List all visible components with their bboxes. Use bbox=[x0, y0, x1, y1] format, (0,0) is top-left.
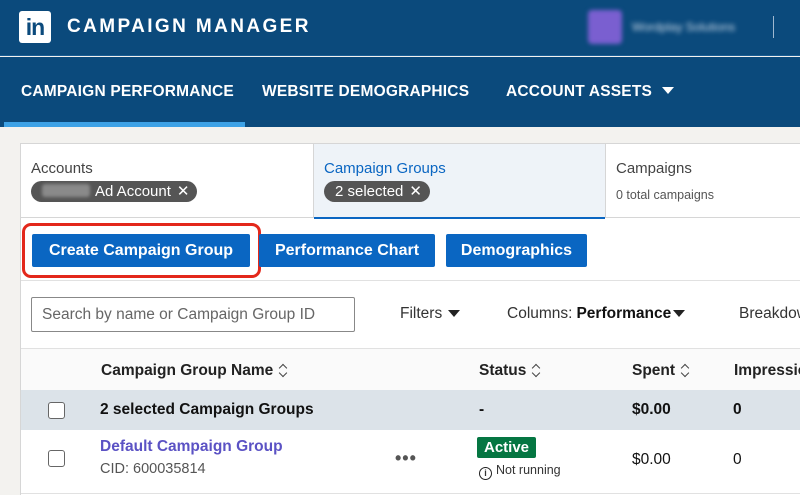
close-icon[interactable]: ✕ bbox=[409, 183, 422, 200]
chevron-down-icon bbox=[448, 310, 461, 318]
entity-tabs: Accounts Ad Account ✕ Campaign Groups 2 s… bbox=[21, 144, 800, 219]
nav-website-demographics[interactable]: WEBSITE DEMOGRAPHICS bbox=[262, 83, 469, 101]
campaign-groups-filter-pill[interactable]: 2 selected ✕ bbox=[324, 181, 430, 202]
column-header-name[interactable]: Campaign Group Name bbox=[101, 362, 288, 380]
performance-chart-button[interactable]: Performance Chart bbox=[259, 234, 435, 267]
top-bar: in CAMPAIGN MANAGER Wordplay Solutions bbox=[0, 0, 800, 56]
status-note-text: Not running bbox=[496, 463, 561, 477]
select-all-checkbox[interactable] bbox=[48, 402, 65, 419]
table-header: Campaign Group Name Status Spent Impress… bbox=[21, 348, 800, 390]
breakdown-dropdown[interactable]: Breakdown bbox=[739, 305, 800, 323]
column-header-name-label: Campaign Group Name bbox=[101, 362, 274, 379]
chevron-down-icon bbox=[673, 310, 686, 318]
app-title: CAMPAIGN MANAGER bbox=[67, 16, 311, 37]
top-divider bbox=[773, 16, 774, 38]
more-options-icon[interactable]: ••• bbox=[395, 448, 417, 469]
summary-name: 2 selected Campaign Groups bbox=[100, 401, 314, 418]
sort-icon[interactable] bbox=[681, 363, 690, 377]
divider bbox=[21, 280, 800, 281]
column-header-status-label: Status bbox=[479, 362, 527, 379]
create-campaign-group-button[interactable]: Create Campaign Group bbox=[32, 234, 250, 267]
account-avatar[interactable] bbox=[588, 10, 622, 44]
row-spent: $0.00 bbox=[632, 451, 671, 468]
column-header-impressions[interactable]: Impressions bbox=[734, 362, 800, 380]
campaign-group-cid: CID: 600035814 bbox=[100, 461, 206, 477]
filters-dropdown[interactable]: Filters bbox=[400, 305, 461, 323]
filters-label: Filters bbox=[400, 305, 443, 322]
demographics-button[interactable]: Demographics bbox=[446, 234, 587, 267]
summary-row: 2 selected Campaign Groups - $0.00 0 bbox=[21, 390, 800, 430]
summary-impressions: 0 bbox=[733, 401, 742, 418]
info-icon[interactable]: i bbox=[479, 467, 492, 480]
tab-campaigns[interactable]: Campaigns 0 total campaigns bbox=[606, 144, 800, 218]
row-impressions: 0 bbox=[733, 451, 742, 468]
tab-campaign-groups-title: Campaign Groups bbox=[324, 160, 446, 177]
nav-account-assets[interactable]: ACCOUNT ASSETS bbox=[506, 83, 675, 101]
status-badge: Active bbox=[477, 437, 537, 458]
chevron-down-icon bbox=[662, 87, 675, 95]
column-header-status[interactable]: Status bbox=[479, 362, 541, 380]
tab-campaign-groups[interactable]: Campaign Groups 2 selected ✕ bbox=[314, 144, 606, 219]
nav-account-assets-label: ACCOUNT ASSETS bbox=[506, 83, 653, 100]
nav-active-indicator bbox=[4, 122, 245, 127]
linkedin-logo-icon[interactable]: in bbox=[19, 11, 51, 43]
search-input[interactable] bbox=[31, 297, 355, 332]
status-note: i Not running bbox=[479, 463, 561, 480]
account-name[interactable]: Wordplay Solutions bbox=[632, 20, 735, 34]
columns-label: Columns: bbox=[507, 305, 573, 322]
sort-icon[interactable] bbox=[279, 363, 288, 377]
tab-accounts-title: Accounts bbox=[31, 160, 93, 177]
column-header-spent-label: Spent bbox=[632, 362, 676, 379]
campaign-group-name-link[interactable]: Default Campaign Group bbox=[100, 438, 283, 456]
sort-icon[interactable] bbox=[532, 363, 541, 377]
tab-accounts[interactable]: Accounts Ad Account ✕ bbox=[21, 144, 314, 218]
table-row: Default Campaign Group CID: 600035814 ••… bbox=[21, 430, 800, 494]
campaign-groups-pill-label: 2 selected bbox=[335, 183, 404, 200]
close-icon[interactable]: ✕ bbox=[177, 183, 190, 200]
columns-dropdown[interactable]: Columns: Performance bbox=[507, 305, 686, 323]
tab-campaigns-title: Campaigns bbox=[616, 160, 692, 177]
row-checkbox[interactable] bbox=[48, 450, 65, 467]
tab-campaigns-count: 0 total campaigns bbox=[616, 188, 714, 202]
columns-value: Performance bbox=[576, 305, 672, 322]
main-nav: CAMPAIGN PERFORMANCE WEBSITE DEMOGRAPHIC… bbox=[0, 57, 800, 127]
campaign-panel: Accounts Ad Account ✕ Campaign Groups 2 s… bbox=[20, 143, 800, 495]
account-filter-pill[interactable]: Ad Account ✕ bbox=[31, 181, 198, 202]
column-header-impressions-label: Impressions bbox=[734, 362, 800, 379]
account-name-redacted bbox=[42, 184, 90, 197]
account-pill-label: Ad Account bbox=[95, 183, 171, 200]
nav-campaign-performance[interactable]: CAMPAIGN PERFORMANCE bbox=[21, 83, 234, 101]
summary-spent: $0.00 bbox=[632, 401, 671, 418]
column-header-spent[interactable]: Spent bbox=[632, 362, 690, 380]
summary-status: - bbox=[479, 401, 485, 418]
